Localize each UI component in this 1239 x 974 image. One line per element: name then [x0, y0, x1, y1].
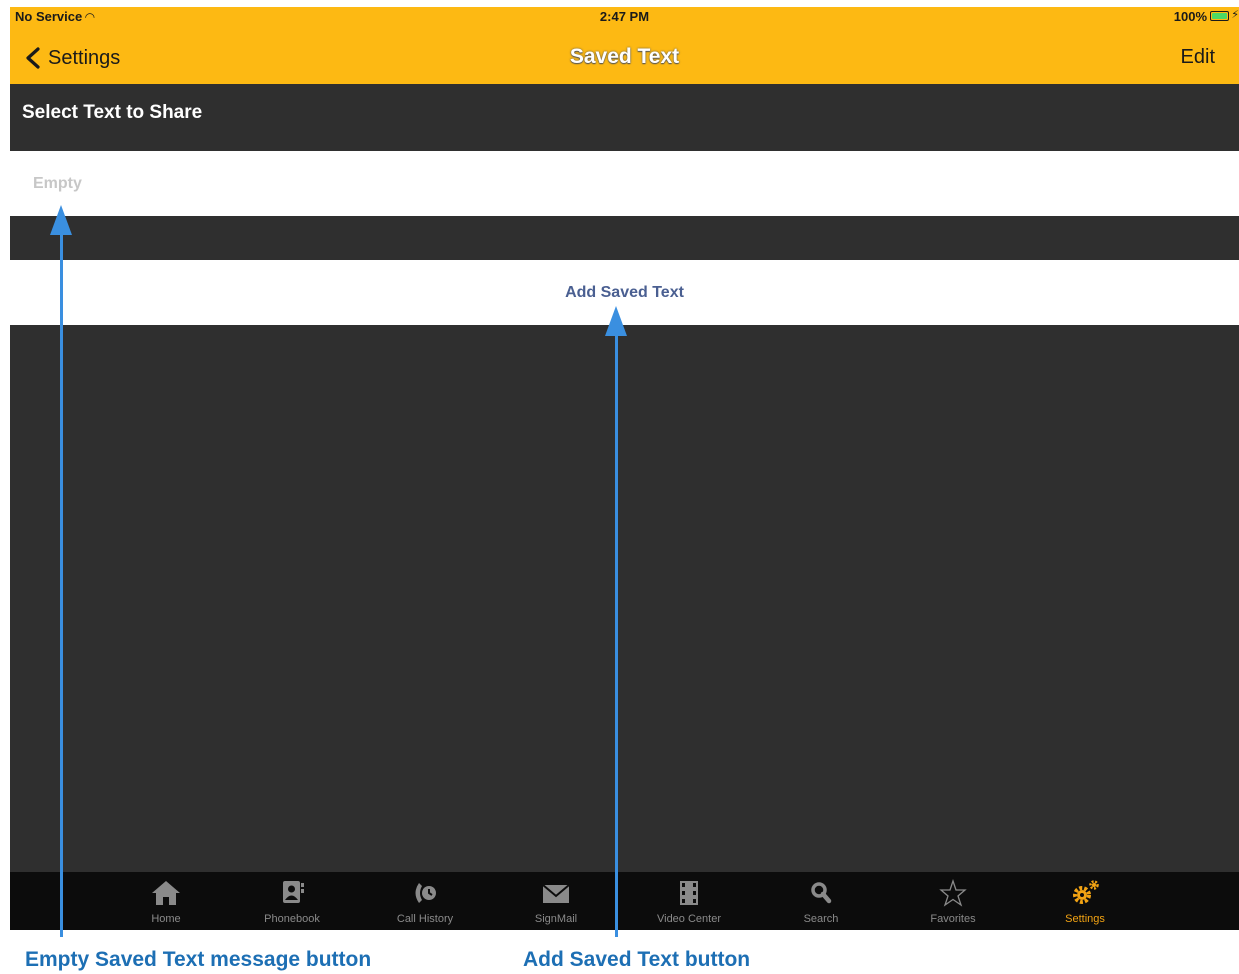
tab-search[interactable]: Search	[766, 872, 876, 930]
status-time: 2:47 PM	[599, 9, 650, 24]
phonebook-icon	[283, 881, 304, 903]
top-bar: No Service ◠ 2:47 PM 100% ⚡ Settings Save…	[10, 7, 1239, 84]
tab-home[interactable]: Home	[111, 872, 221, 930]
charging-icon: ⚡	[1231, 9, 1239, 21]
annotation-arrowhead-add	[605, 306, 627, 336]
gear-icon	[1073, 880, 1099, 904]
annotation-arrowhead-empty	[50, 205, 72, 235]
tab-favorites[interactable]: Favorites	[898, 872, 1008, 930]
annotation-arrow-add	[615, 330, 618, 937]
tab-call-history[interactable]: Call History	[370, 872, 480, 930]
annotation-arrow-empty	[60, 228, 63, 937]
film-icon	[680, 881, 698, 905]
empty-label: Empty	[33, 175, 82, 192]
tab-bar: Home Phonebook Call History SignMail Vid…	[10, 872, 1239, 930]
tab-video-center[interactable]: Video Center	[634, 872, 744, 930]
page-title: Saved Text	[569, 45, 680, 68]
star-icon	[939, 879, 967, 907]
mail-icon	[542, 884, 570, 903]
section-header: Select Text to Share	[22, 102, 203, 123]
battery-icon	[1210, 11, 1229, 21]
tab-settings[interactable]: Settings	[1030, 872, 1140, 930]
edit-button[interactable]: Edit	[1181, 46, 1215, 69]
add-saved-text-label: Add Saved Text	[565, 284, 684, 301]
app-screen: No Service ◠ 2:47 PM 100% ⚡ Settings Save…	[10, 7, 1239, 930]
empty-saved-text-row[interactable]: Empty	[10, 151, 1239, 216]
call-history-icon	[415, 883, 436, 903]
tab-signmail[interactable]: SignMail	[501, 872, 611, 930]
status-battery-percent: 100%	[1173, 9, 1207, 24]
caption-empty-button: Empty Saved Text message button	[25, 948, 372, 971]
search-icon	[811, 882, 832, 904]
home-icon	[152, 881, 180, 905]
caption-add-button: Add Saved Text button	[523, 948, 751, 971]
tab-phonebook[interactable]: Phonebook	[237, 872, 347, 930]
